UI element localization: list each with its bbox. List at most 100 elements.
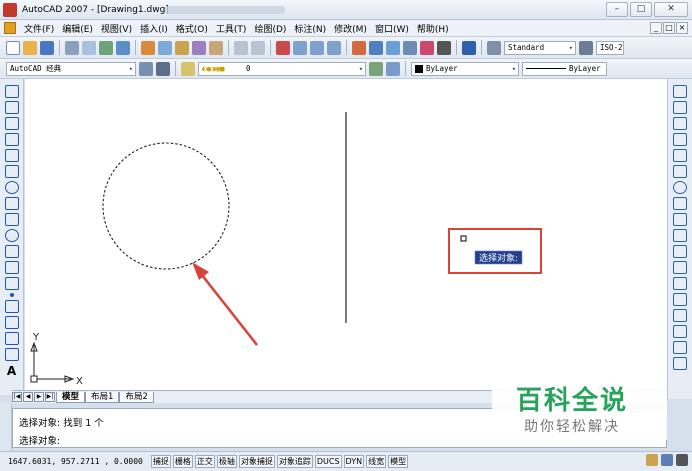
zoom-window-icon[interactable] xyxy=(310,40,324,55)
trim-icon[interactable] xyxy=(673,229,687,242)
revision-cloud-icon[interactable] xyxy=(4,197,19,210)
layer-previous-icon[interactable] xyxy=(386,61,400,76)
open-folder-icon[interactable] xyxy=(23,40,37,55)
make-block-icon[interactable] xyxy=(4,277,19,290)
tab-layout1[interactable]: 布局1 xyxy=(85,391,120,403)
previous-tab-button[interactable]: ◀ xyxy=(23,392,33,402)
text-style-icon[interactable] xyxy=(487,40,501,55)
plot-icon[interactable] xyxy=(116,40,130,55)
menu-tools[interactable]: 工具(T) xyxy=(212,22,251,35)
text-style-select[interactable]: Standard ▾ xyxy=(504,40,576,55)
menu-help[interactable]: 帮助(H) xyxy=(413,22,453,35)
offset-icon[interactable] xyxy=(673,133,687,146)
rotate-icon[interactable] xyxy=(673,181,687,194)
break-at-point-icon[interactable] xyxy=(673,261,687,274)
line-icon[interactable] xyxy=(4,85,19,98)
gradient-icon[interactable] xyxy=(4,316,19,329)
menu-draw[interactable]: 绘图(D) xyxy=(250,22,290,35)
spline-icon[interactable] xyxy=(4,213,19,226)
copy-icon[interactable] xyxy=(158,40,172,55)
paste-icon[interactable] xyxy=(175,40,189,55)
new-file-icon[interactable] xyxy=(6,40,20,55)
calculator-icon[interactable] xyxy=(437,40,451,55)
fillet-icon[interactable] xyxy=(673,325,687,338)
construction-line-icon[interactable] xyxy=(4,101,19,114)
drawing-area[interactable]: 选择对象: Y X xyxy=(25,79,667,390)
copy-object-icon[interactable] xyxy=(673,101,687,114)
snap-toggle[interactable]: 捕捉 xyxy=(150,455,171,468)
cut-icon[interactable] xyxy=(141,40,155,55)
last-tab-button[interactable]: ▶| xyxy=(45,392,55,402)
pan-icon[interactable] xyxy=(276,40,290,55)
erase-icon[interactable] xyxy=(673,85,687,98)
minimize-button[interactable]: – xyxy=(606,2,628,17)
command-window-grip[interactable] xyxy=(0,403,12,451)
doc-minimize-button[interactable]: _ xyxy=(650,22,662,34)
rectangle-icon[interactable] xyxy=(4,149,19,162)
first-tab-button[interactable]: |◀ xyxy=(12,392,22,402)
selected-circle[interactable] xyxy=(102,142,230,270)
communication-center-icon[interactable] xyxy=(646,454,658,466)
polar-toggle[interactable]: 极轴 xyxy=(216,455,237,468)
ducs-toggle[interactable]: DUCS xyxy=(314,455,342,468)
close-button[interactable]: ✕ xyxy=(654,2,688,17)
help-icon[interactable] xyxy=(462,40,476,55)
block-editor-icon[interactable] xyxy=(209,40,223,55)
tab-layout2[interactable]: 布局2 xyxy=(119,391,154,403)
menu-view[interactable]: 视图(V) xyxy=(97,22,136,35)
print-icon[interactable] xyxy=(65,40,79,55)
stretch-icon[interactable] xyxy=(673,213,687,226)
zoom-realtime-icon[interactable] xyxy=(293,40,307,55)
redo-icon[interactable] xyxy=(251,40,265,55)
layer-select[interactable]: ◐●◑▣■ 0 ▾ xyxy=(198,61,366,76)
hatch-icon[interactable] xyxy=(4,300,19,313)
workspace-select[interactable]: AutoCAD 经典 ▾ xyxy=(6,61,136,76)
circle-icon[interactable] xyxy=(4,181,19,194)
command-prompt-line[interactable]: 选择对象: xyxy=(19,433,60,447)
tab-model[interactable]: 模型 xyxy=(56,391,86,403)
model-space-toggle[interactable]: 模型 xyxy=(388,455,409,468)
menu-window[interactable]: 窗口(W) xyxy=(371,22,413,35)
layer-manager-icon[interactable] xyxy=(181,61,195,76)
drawing-document-icon[interactable] xyxy=(4,22,16,34)
array-icon[interactable] xyxy=(673,149,687,162)
sheet-set-icon[interactable] xyxy=(403,40,417,55)
insert-block-icon[interactable] xyxy=(4,261,19,274)
break-icon[interactable] xyxy=(673,277,687,290)
multiline-text-icon[interactable]: A xyxy=(5,364,19,378)
markup-icon[interactable] xyxy=(420,40,434,55)
explode-icon[interactable] xyxy=(673,341,687,354)
menu-modify[interactable]: 修改(M) xyxy=(330,22,371,35)
ellipse-icon[interactable] xyxy=(4,229,19,242)
dim-style-select[interactable]: ISO-25 xyxy=(596,40,624,55)
print-preview-icon[interactable] xyxy=(82,40,96,55)
ortho-toggle[interactable]: 正交 xyxy=(194,455,215,468)
draworder-icon[interactable] xyxy=(673,357,687,370)
mirror-icon[interactable] xyxy=(673,117,687,130)
clean-screen-icon[interactable] xyxy=(676,454,688,466)
dim-style-icon[interactable] xyxy=(579,40,593,55)
osnap-toggle[interactable]: 对象捕捉 xyxy=(238,455,275,468)
zoom-previous-icon[interactable] xyxy=(327,40,341,55)
properties-icon[interactable] xyxy=(352,40,366,55)
point-icon[interactable] xyxy=(9,293,14,297)
maximize-button[interactable]: □ xyxy=(630,2,652,17)
menu-insert[interactable]: 插入(I) xyxy=(136,22,172,35)
tool-palettes-icon[interactable] xyxy=(386,40,400,55)
doc-close-button[interactable]: × xyxy=(676,22,688,34)
save-icon[interactable] xyxy=(40,40,54,55)
doc-restore-button[interactable]: □ xyxy=(663,22,675,34)
extend-icon[interactable] xyxy=(673,245,687,258)
match-properties-icon[interactable] xyxy=(192,40,206,55)
polygon-icon[interactable] xyxy=(4,133,19,146)
otrack-toggle[interactable]: 对象追踪 xyxy=(276,455,313,468)
make-current-layer-icon[interactable] xyxy=(369,61,383,76)
menu-dimension[interactable]: 标注(N) xyxy=(290,22,330,35)
grid-toggle[interactable]: 栅格 xyxy=(172,455,193,468)
design-center-icon[interactable] xyxy=(369,40,383,55)
color-select[interactable]: ByLayer ▾ xyxy=(411,61,519,76)
move-icon[interactable] xyxy=(673,165,687,178)
table-icon[interactable] xyxy=(4,348,19,361)
polyline-icon[interactable] xyxy=(4,117,19,130)
chamfer-icon[interactable] xyxy=(673,309,687,322)
